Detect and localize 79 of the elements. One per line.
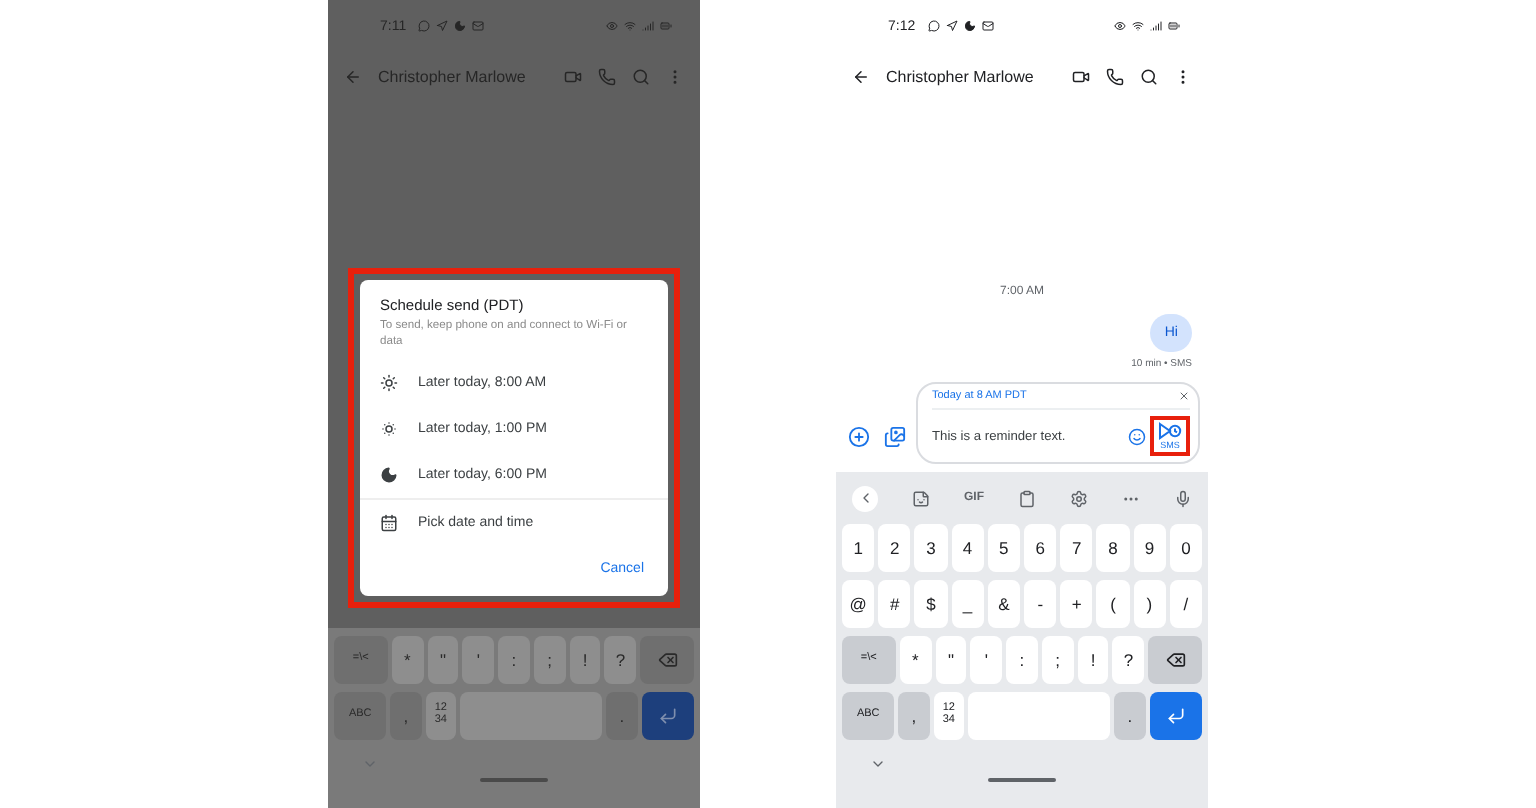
key[interactable]: 3 xyxy=(914,524,948,572)
key[interactable]: ? xyxy=(1112,636,1145,684)
key[interactable]: 2 xyxy=(878,524,911,572)
sticker-icon[interactable] xyxy=(912,489,930,507)
moon-icon xyxy=(380,466,398,484)
enter-icon xyxy=(1165,706,1186,726)
chat-icon xyxy=(927,20,940,32)
key[interactable]: ! xyxy=(1077,636,1109,684)
key[interactable]: * xyxy=(391,636,424,684)
arrow-icon xyxy=(945,20,958,32)
backspace-icon xyxy=(1165,650,1186,670)
key[interactable]: ; xyxy=(1041,636,1074,684)
eye-icon xyxy=(606,20,618,32)
backspace-icon xyxy=(657,650,678,670)
video-call-icon[interactable] xyxy=(1072,67,1090,85)
phone-call-icon[interactable] xyxy=(1106,67,1124,85)
sun-icon xyxy=(380,374,398,392)
settings-icon[interactable] xyxy=(1070,489,1088,507)
add-icon[interactable] xyxy=(844,422,874,452)
key[interactable]: " xyxy=(935,636,967,684)
eye-icon xyxy=(1114,20,1126,32)
back-arrow-icon[interactable] xyxy=(852,67,870,85)
wifi-icon xyxy=(1132,20,1144,32)
key[interactable]: & xyxy=(987,580,1021,628)
key[interactable]: ! xyxy=(569,636,601,684)
key[interactable]: ) xyxy=(1133,580,1166,628)
calendar-icon xyxy=(380,514,398,532)
search-icon[interactable] xyxy=(1140,67,1158,85)
battery-icon xyxy=(1168,20,1180,32)
key[interactable]: 0 xyxy=(1169,524,1203,572)
send-clock-icon xyxy=(1158,422,1182,440)
key[interactable]: + xyxy=(1060,580,1093,628)
key[interactable]: @ xyxy=(842,580,875,628)
key[interactable]: 8 xyxy=(1096,524,1130,572)
enter-key[interactable] xyxy=(1149,692,1202,740)
signal-icon xyxy=(1150,20,1162,32)
key[interactable]: " xyxy=(427,636,459,684)
key[interactable]: : xyxy=(498,636,530,684)
key[interactable]: _ xyxy=(951,580,984,628)
contact-name: Christopher Marlowe xyxy=(886,67,1036,85)
key[interactable]: $ xyxy=(914,580,948,628)
arrow-icon xyxy=(436,20,449,32)
moon-icon xyxy=(454,20,467,32)
backspace-key[interactable] xyxy=(1148,636,1202,684)
close-icon[interactable] xyxy=(1178,390,1190,402)
key[interactable]: 1 xyxy=(842,524,875,572)
key[interactable]: ' xyxy=(462,636,495,684)
chevron-down-icon[interactable] xyxy=(870,756,886,772)
key[interactable]: / xyxy=(1169,580,1203,628)
battery-icon xyxy=(660,20,672,32)
key[interactable]: # xyxy=(878,580,911,628)
mic-icon[interactable] xyxy=(1174,489,1192,507)
clipboard-icon[interactable] xyxy=(1018,489,1036,507)
signal-icon xyxy=(642,20,654,32)
mail-icon xyxy=(981,20,994,32)
gallery-icon[interactable] xyxy=(880,422,910,452)
enter-key[interactable] xyxy=(641,692,694,740)
chat-icon xyxy=(418,20,431,32)
key[interactable]: . xyxy=(1114,692,1146,740)
contact-name: Christopher Marlowe xyxy=(378,67,528,85)
emoji-icon[interactable] xyxy=(1128,427,1146,445)
key[interactable]: * xyxy=(899,636,932,684)
key[interactable]: ' xyxy=(970,636,1003,684)
sun-icon xyxy=(380,420,398,438)
key[interactable]: - xyxy=(1024,580,1057,628)
key[interactable]: , xyxy=(898,692,930,740)
key[interactable]: 4 xyxy=(951,524,984,572)
key[interactable]: : xyxy=(1006,636,1038,684)
moon-icon xyxy=(963,20,976,32)
key[interactable]: ( xyxy=(1096,580,1130,628)
wifi-icon xyxy=(624,20,636,32)
key[interactable]: 6 xyxy=(1024,524,1057,572)
enter-icon xyxy=(657,706,678,726)
key[interactable]: 9 xyxy=(1133,524,1166,572)
key[interactable]: ; xyxy=(533,636,566,684)
key[interactable]: 7 xyxy=(1060,524,1093,572)
key[interactable]: ? xyxy=(604,636,637,684)
mail-icon xyxy=(472,20,485,32)
key[interactable]: 5 xyxy=(987,524,1021,572)
